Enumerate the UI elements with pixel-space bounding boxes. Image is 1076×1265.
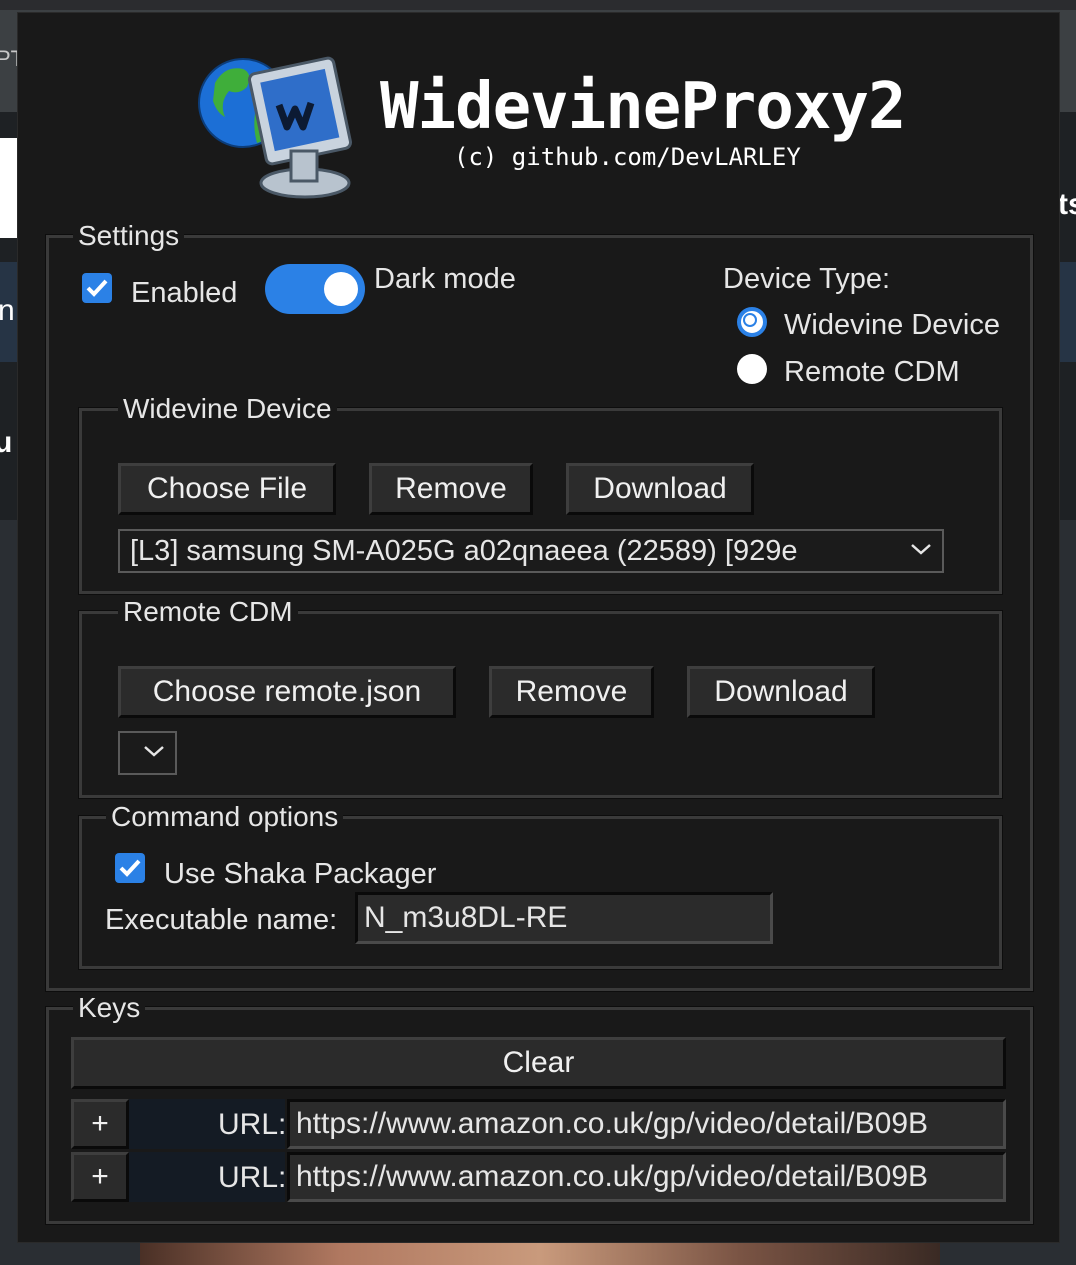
- background-text-fragment: ts: [1058, 188, 1076, 221]
- settings-fieldset: Settings Enabled Dark mode Device Type: …: [45, 220, 1034, 992]
- remote-cdm-fieldset: Remote CDM Choose remote.json Remove Dow…: [78, 596, 1003, 799]
- extension-popup: WidevineProxy2 (c) github.com/DevLARLEY …: [17, 12, 1060, 1243]
- key-url-input[interactable]: https://www.amazon.co.uk/gp/video/detail…: [287, 1099, 1006, 1149]
- app-title: WidevineProxy2: [380, 70, 906, 144]
- widevine-device-select-value: [L3] samsung SM-A025G a02qnaeea (22589) …: [130, 535, 798, 567]
- key-url-label: URL:: [218, 1108, 287, 1141]
- browser-tabstrip-bg: [0, 0, 1076, 10]
- enabled-label: Enabled: [131, 277, 238, 309]
- use-shaka-checkbox[interactable]: [115, 853, 145, 883]
- command-options-fieldset: Command options Use Shaka Packager Execu…: [78, 801, 1003, 970]
- executable-name-input[interactable]: N_m3u8DL-RE: [355, 892, 773, 944]
- dark-mode-label: Dark mode: [374, 263, 516, 295]
- executable-name-label: Executable name:: [105, 904, 338, 936]
- radio-remote-cdm[interactable]: [737, 354, 767, 384]
- key-url-input[interactable]: https://www.amazon.co.uk/gp/video/detail…: [287, 1152, 1006, 1202]
- use-shaka-label: Use Shaka Packager: [164, 858, 437, 890]
- keys-legend: Keys: [73, 992, 146, 1024]
- expand-key-button[interactable]: +: [71, 1152, 129, 1202]
- toggle-knob: [324, 272, 358, 306]
- command-options-legend: Command options: [106, 801, 344, 833]
- radio-remote-cdm-label: Remote CDM: [784, 356, 960, 388]
- chevron-down-icon: [144, 746, 164, 757]
- background-page-panel: [0, 138, 17, 238]
- globe-monitor-logo-icon: [198, 56, 353, 199]
- remote-cdm-legend: Remote CDM: [118, 596, 298, 628]
- key-url-label: URL:: [218, 1161, 287, 1194]
- app-subtitle: (c) github.com/DevLARLEY: [454, 143, 801, 171]
- background-text-fragment: u: [0, 426, 13, 459]
- choose-remote-json-button[interactable]: Choose remote.json: [118, 666, 456, 718]
- widevine-device-select[interactable]: [L3] samsung SM-A025G a02qnaeea (22589) …: [118, 529, 944, 573]
- settings-legend: Settings: [73, 220, 185, 252]
- radio-widevine-device-label: Widevine Device: [784, 309, 1000, 341]
- keys-fieldset: Keys Clear + URL: https://www.amazon.co.…: [45, 992, 1034, 1225]
- clear-keys-button[interactable]: Clear: [71, 1037, 1006, 1089]
- device-type-label: Device Type:: [723, 263, 891, 295]
- remove-remote-cdm-button[interactable]: Remove: [489, 666, 654, 718]
- widevine-device-fieldset: Widevine Device Choose File Remove Downl…: [78, 393, 1003, 595]
- checkmark-icon: [86, 279, 108, 297]
- download-device-button[interactable]: Download: [566, 463, 754, 515]
- widevine-device-legend: Widevine Device: [118, 393, 337, 425]
- checkmark-icon: [119, 859, 141, 877]
- remove-device-button[interactable]: Remove: [369, 463, 533, 515]
- popup-header: WidevineProxy2 (c) github.com/DevLARLEY: [18, 13, 1059, 213]
- enabled-checkbox[interactable]: [82, 273, 112, 303]
- dark-mode-toggle[interactable]: [265, 264, 365, 314]
- radio-widevine-device[interactable]: [737, 307, 767, 337]
- chevron-down-icon: [911, 544, 931, 555]
- remote-cdm-select[interactable]: [118, 731, 177, 775]
- background-text-fragment: n: [0, 294, 15, 327]
- expand-key-button[interactable]: +: [71, 1099, 129, 1149]
- download-remote-cdm-button[interactable]: Download: [687, 666, 875, 718]
- choose-device-file-button[interactable]: Choose File: [118, 463, 336, 515]
